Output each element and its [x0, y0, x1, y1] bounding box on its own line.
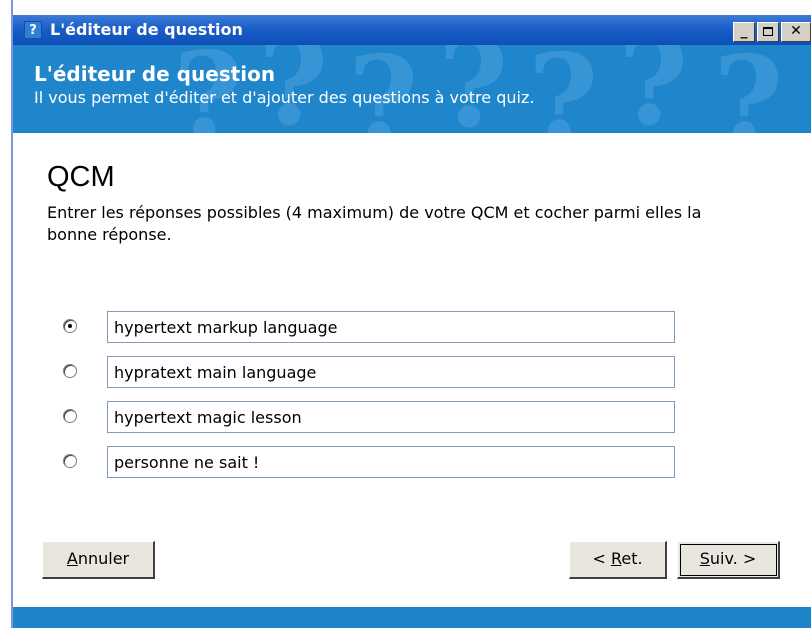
- title-bar[interactable]: ? L'éditeur de question _ ✕: [13, 15, 811, 45]
- answer-row: [13, 311, 811, 345]
- answer-field-4[interactable]: [107, 446, 675, 478]
- back-prefix: <: [592, 549, 611, 568]
- section-title: QCM: [47, 161, 115, 193]
- maximize-icon: [763, 27, 773, 36]
- answer-row: [13, 401, 811, 435]
- back-button[interactable]: < Ret.: [569, 541, 667, 579]
- question-mark-watermark: ?: [528, 45, 599, 133]
- window-title: L'éditeur de question: [50, 20, 243, 39]
- minimize-button[interactable]: _: [733, 22, 755, 42]
- close-icon: ✕: [790, 23, 802, 39]
- instruction-text: Entrer les réponses possibles (4 maximum…: [47, 203, 702, 244]
- background-window-edge: [0, 0, 13, 628]
- back-access-key: R: [610, 549, 622, 568]
- back-label: et.: [621, 549, 643, 568]
- question-mark-icon: ?: [24, 21, 42, 39]
- answer-field-3[interactable]: [107, 401, 675, 433]
- footer-bar: [13, 607, 811, 628]
- close-button[interactable]: ✕: [781, 22, 811, 42]
- cancel-label: nnuler: [77, 549, 130, 568]
- answer-row: [13, 356, 811, 390]
- next-button[interactable]: Suiv. >: [677, 541, 780, 579]
- answer-field-2[interactable]: [107, 356, 675, 388]
- answer-radio-4[interactable]: [63, 454, 77, 468]
- maximize-button[interactable]: [757, 22, 779, 42]
- header-banner: ? ? ? ? ? ? ? L'éditeur de question Il v…: [13, 45, 811, 133]
- question-editor-window: ? L'éditeur de question _ ✕ ? ? ? ? ? ? …: [13, 15, 811, 628]
- minimize-icon: _: [740, 23, 748, 39]
- header-title: L'éditeur de question: [34, 62, 276, 86]
- header-subtitle: Il vous permet d'éditer et d'ajouter des…: [34, 88, 535, 107]
- cancel-button[interactable]: Annuler: [42, 541, 155, 579]
- answer-row: [13, 446, 811, 480]
- next-label: uiv. >: [709, 549, 757, 568]
- question-mark-watermark: ?: [713, 45, 784, 133]
- answer-radio-3[interactable]: [63, 409, 77, 423]
- cancel-access-key: A: [66, 549, 78, 568]
- answer-radio-2[interactable]: [63, 364, 77, 378]
- answer-field-1[interactable]: [107, 311, 675, 343]
- question-mark-watermark: ?: [618, 45, 689, 133]
- next-access-key: S: [699, 549, 710, 568]
- answer-radio-1[interactable]: [63, 319, 77, 333]
